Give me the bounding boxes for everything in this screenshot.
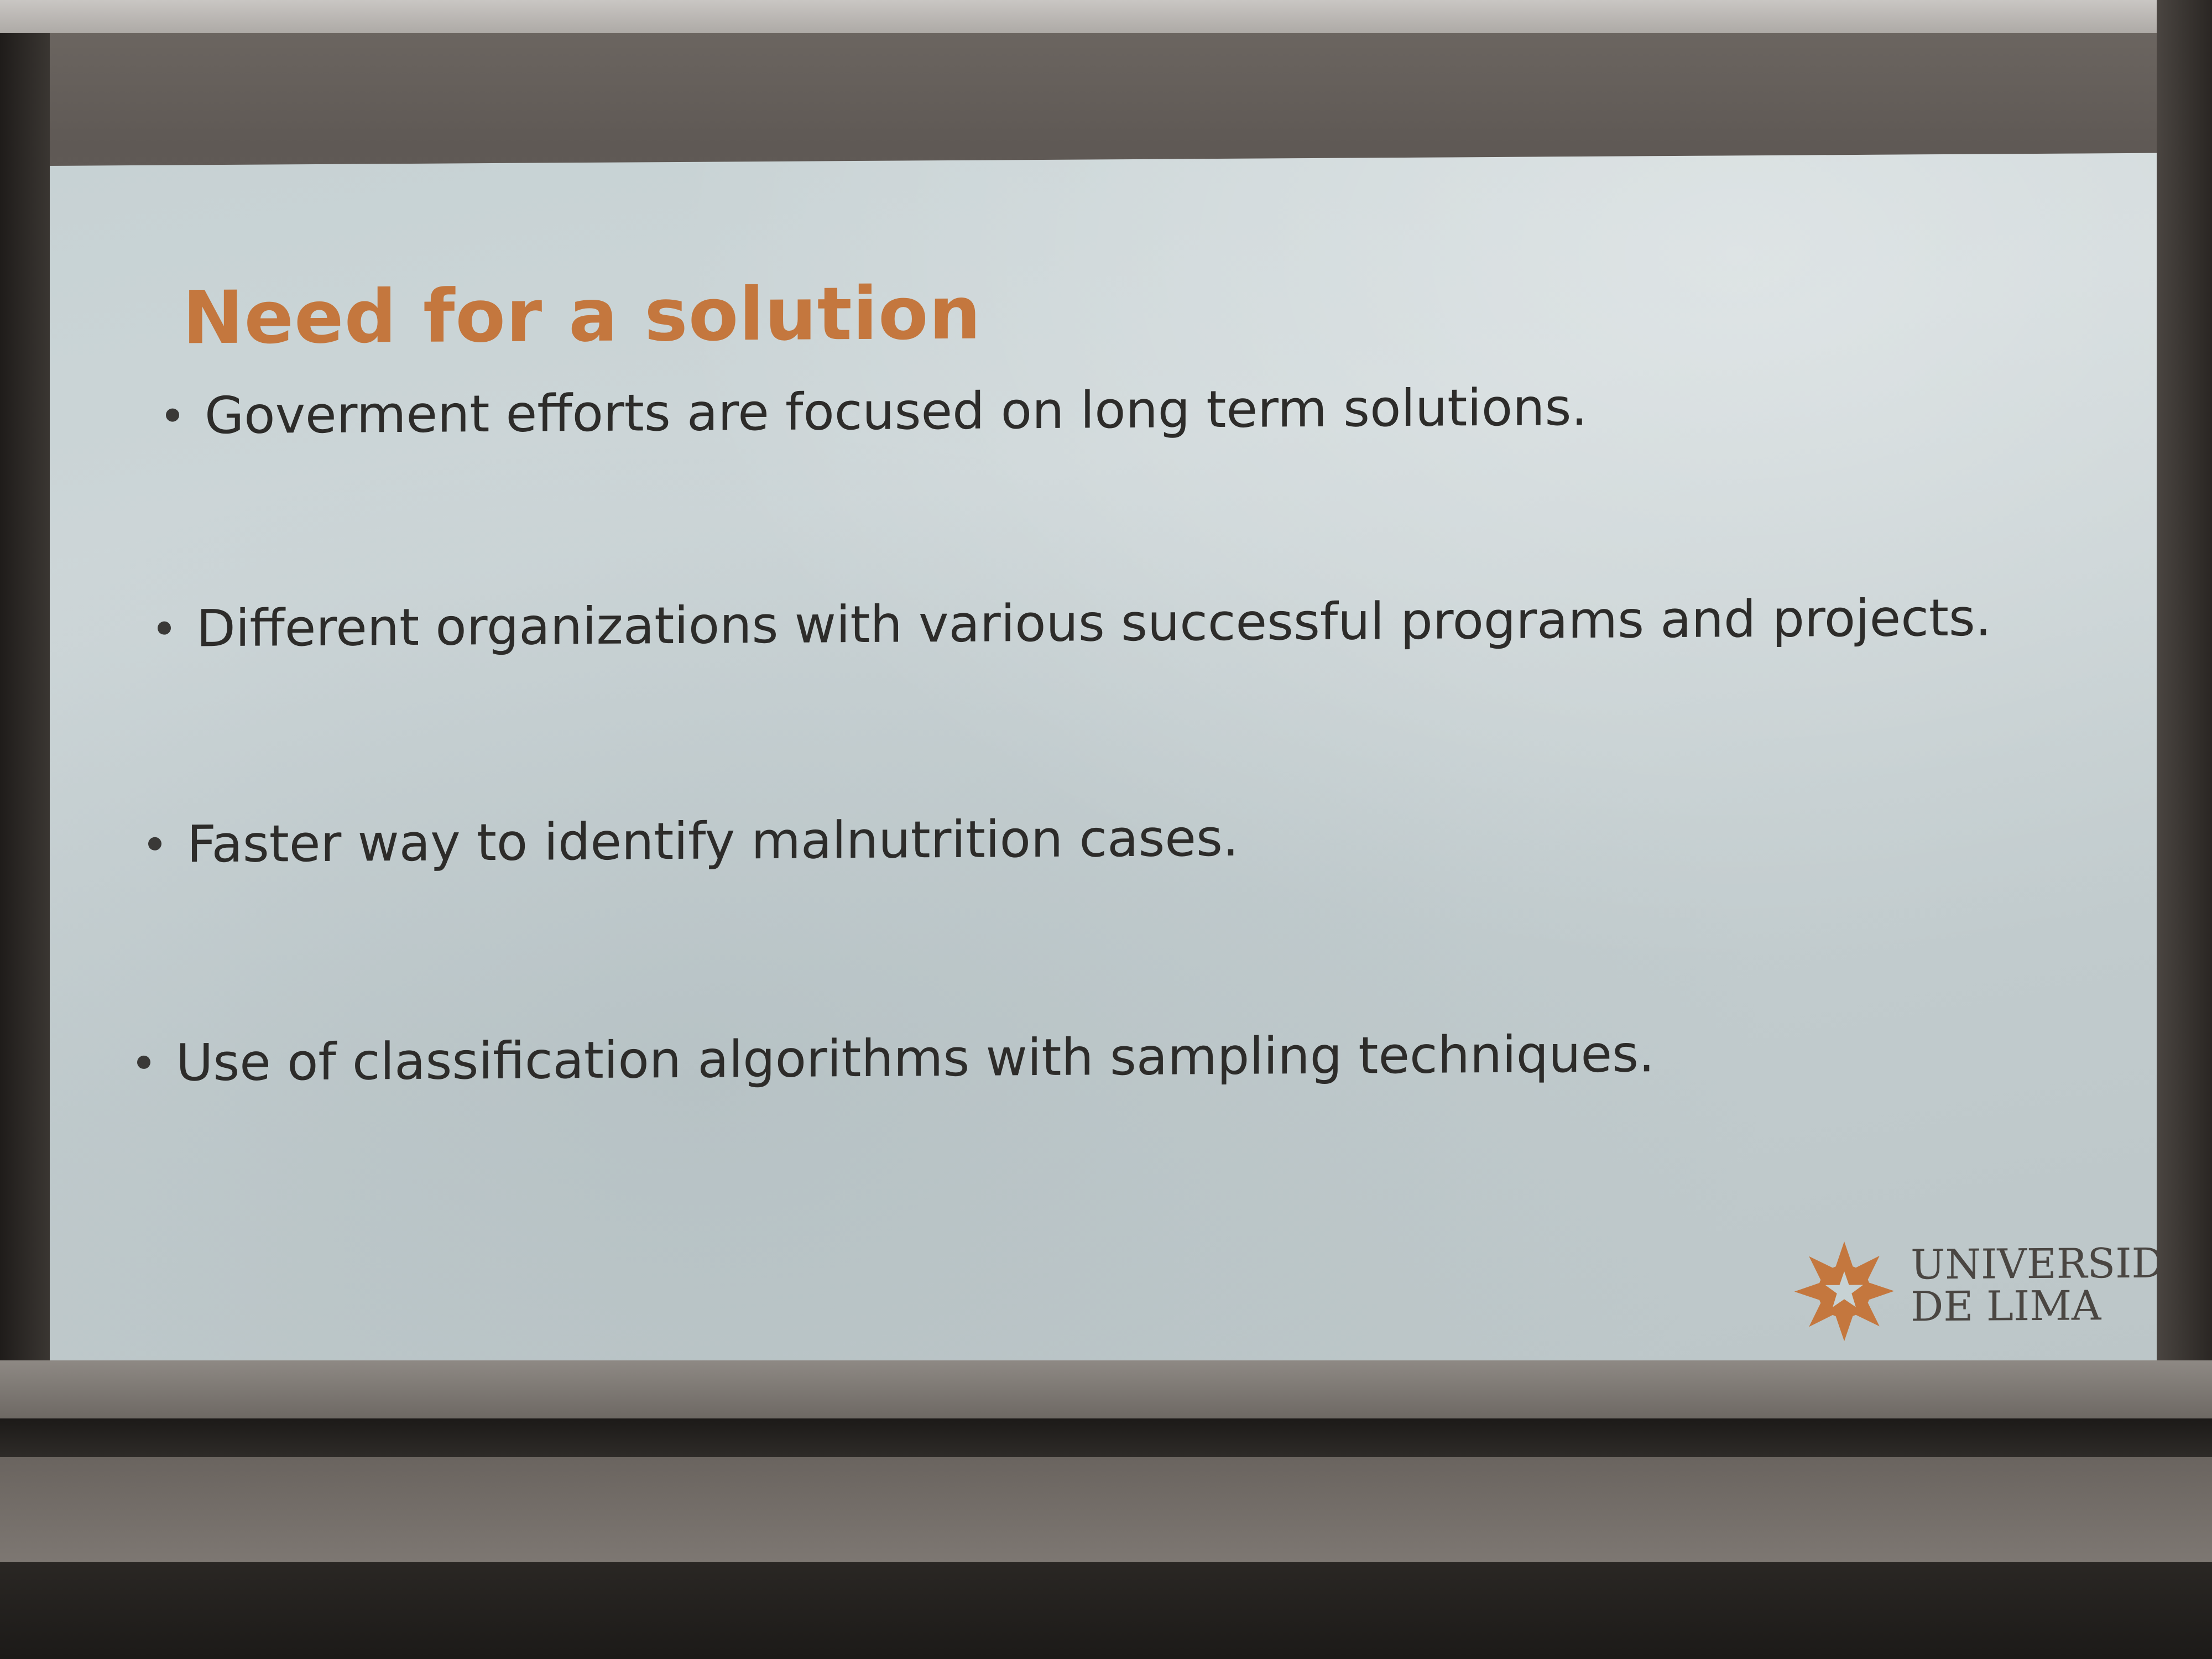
bullet-dot-icon [148, 837, 161, 851]
bullet-item: Faster way to identify malnutrition case… [148, 808, 1239, 874]
slide-title: Need for a solution [182, 270, 982, 361]
bullet-list: Goverment efforts are focused on long te… [133, 374, 2179, 1093]
star-burst-icon [1794, 1241, 1895, 1342]
bullet-text: Goverment efforts are focused on long te… [205, 377, 1588, 446]
bullet-dot-icon [137, 1055, 150, 1069]
left-wall [0, 33, 50, 1416]
bullet-text: Faster way to identify malnutrition case… [187, 808, 1239, 874]
projector-screen-housing: Need for a solution Goverment efforts ar… [44, 33, 2212, 1416]
bullet-item: Different organizations with various suc… [158, 588, 1991, 658]
bullet-text: Use of classification algorithms with sa… [176, 1024, 1655, 1093]
screen-bottom-bar [0, 1418, 2212, 1457]
screen-bottom-edge [0, 1360, 2212, 1421]
bullet-item: Goverment efforts are focused on long te… [166, 378, 1588, 446]
bullet-item: Use of classification algorithms with sa… [137, 1024, 1655, 1093]
projected-slide: Need for a solution Goverment efforts ar… [44, 153, 2212, 1389]
floor-shadow [0, 1562, 2212, 1659]
bullet-dot-icon [158, 621, 171, 635]
right-wall [2157, 0, 2212, 1493]
lower-wall [0, 1457, 2212, 1568]
photo-scene: Need for a solution Goverment efforts ar… [0, 0, 2212, 1659]
university-logo: UNIVERSIDAD DE LIMA [1792, 1231, 2212, 1344]
bullet-dot-icon [166, 408, 179, 422]
bullet-text: Different organizations with various suc… [196, 588, 1992, 659]
